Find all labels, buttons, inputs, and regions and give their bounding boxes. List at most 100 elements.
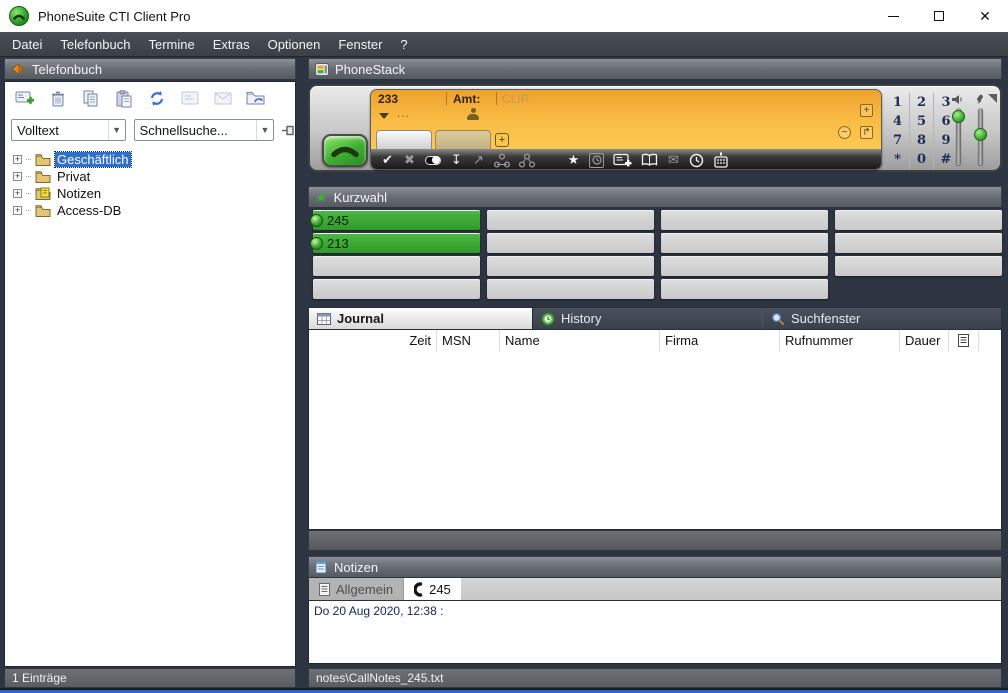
menu-optionen[interactable]: Optionen: [259, 32, 330, 57]
chevron-down-icon[interactable]: ▼: [108, 120, 125, 140]
tree-item-access-db[interactable]: + Access-DB: [13, 202, 295, 219]
menu-extras[interactable]: Extras: [204, 32, 259, 57]
notes-editor[interactable]: Do 20 Aug 2020, 12:38 :: [308, 601, 1002, 664]
column-firma[interactable]: Firma: [660, 330, 780, 351]
card-icon-disabled[interactable]: [178, 88, 202, 110]
redial-history-icon[interactable]: [589, 152, 604, 168]
expand-icon[interactable]: +: [13, 189, 22, 198]
notes-panel-header[interactable]: Notizen: [308, 556, 1002, 578]
speed-dial-button[interactable]: [835, 256, 1002, 276]
refresh-icon[interactable]: [145, 88, 169, 110]
speed-dial-button[interactable]: [487, 256, 654, 276]
call-tab-2[interactable]: [435, 130, 491, 149]
key-2[interactable]: 2: [910, 93, 934, 112]
key-star[interactable]: *: [886, 150, 910, 169]
speed-dial-star-icon[interactable]: ★: [567, 152, 580, 168]
speed-dial-button[interactable]: [487, 279, 654, 299]
tab-suchfenster[interactable]: Suchfenster: [763, 308, 1001, 329]
tree-item-label: Access-DB: [55, 203, 123, 218]
folder-sync-icon[interactable]: [244, 88, 268, 110]
column-msn[interactable]: MSN: [437, 330, 500, 351]
speed-dial-button[interactable]: [313, 256, 480, 276]
speed-dial-button[interactable]: [487, 233, 654, 253]
phonebook-icon[interactable]: [641, 152, 658, 168]
key-5[interactable]: 5: [910, 112, 934, 131]
key-9[interactable]: 9: [934, 131, 958, 150]
minimize-button[interactable]: [870, 0, 916, 32]
column-dauer[interactable]: Dauer: [900, 330, 949, 351]
tree-item-privat[interactable]: + Privat: [13, 168, 295, 185]
tab-history[interactable]: History: [533, 308, 763, 329]
phonebook-panel-header[interactable]: Telefonbuch: [4, 58, 296, 80]
speed-dial-button[interactable]: [661, 233, 828, 253]
speed-dial-button[interactable]: [661, 279, 828, 299]
speed-dial-button[interactable]: [661, 210, 828, 230]
tab-call-245[interactable]: 245: [404, 578, 461, 600]
speed-dial-button[interactable]: 213: [313, 233, 480, 253]
maximize-button[interactable]: [916, 0, 962, 32]
key-7[interactable]: 7: [886, 131, 910, 150]
paste-icon[interactable]: [112, 88, 136, 110]
forward-icon[interactable]: ↗: [472, 152, 485, 168]
call-tab-1[interactable]: [376, 130, 432, 149]
add-contact-card-icon[interactable]: [613, 152, 632, 168]
clock-icon[interactable]: [689, 152, 704, 168]
column-name[interactable]: Name: [500, 330, 660, 351]
key-0[interactable]: 0: [910, 150, 934, 169]
chevron-down-icon[interactable]: ▼: [256, 120, 273, 140]
hangup-icon[interactable]: ✖: [403, 152, 416, 168]
tree-item-geschaeftlich[interactable]: + Geschäftlich: [13, 151, 295, 168]
title-bar[interactable]: PhoneSuite CTI Client Pro ✕: [0, 0, 1008, 32]
mail-icon-disabled[interactable]: [211, 88, 235, 110]
hold-icon[interactable]: [425, 152, 441, 168]
menu-termine[interactable]: Termine: [139, 32, 203, 57]
speed-dial-button[interactable]: [661, 256, 828, 276]
display-add-button[interactable]: +: [860, 104, 873, 117]
speed-dial-button[interactable]: [313, 279, 480, 299]
close-button[interactable]: ✕: [962, 0, 1008, 32]
menu-help[interactable]: ?: [391, 32, 416, 57]
speed-dial-button[interactable]: 245: [313, 210, 480, 230]
key-hash[interactable]: #: [934, 150, 958, 169]
menu-telefonbuch[interactable]: Telefonbuch: [51, 32, 139, 57]
transfer-conference-icon[interactable]: [519, 152, 535, 168]
line-dropdown-icon[interactable]: [379, 113, 389, 119]
expand-icon[interactable]: +: [13, 206, 22, 215]
tab-journal[interactable]: Journal: [309, 308, 533, 329]
add-contact-icon[interactable]: [13, 88, 37, 110]
speed-dial-button[interactable]: [835, 210, 1002, 230]
pin-icon[interactable]: [282, 124, 295, 137]
widget-resize-grip[interactable]: [988, 94, 997, 103]
speed-dial-button[interactable]: [487, 210, 654, 230]
column-notes[interactable]: [949, 330, 979, 351]
tree-item-notizen[interactable]: + Notizen: [13, 185, 295, 202]
accept-call-icon[interactable]: ✔: [381, 152, 394, 168]
email-icon[interactable]: ✉: [667, 152, 680, 168]
conference-icon[interactable]: [494, 152, 510, 168]
expand-icon[interactable]: +: [13, 172, 22, 181]
menu-fenster[interactable]: Fenster: [329, 32, 391, 57]
journal-list[interactable]: [308, 351, 1002, 530]
speaker-volume-knob[interactable]: [952, 110, 965, 123]
dialpad-icon[interactable]: [713, 152, 729, 168]
add-call-tab-button[interactable]: +: [495, 133, 509, 147]
hook-button[interactable]: [322, 134, 368, 167]
microphone-volume-knob[interactable]: [974, 128, 987, 141]
speed-dial-button[interactable]: [835, 233, 1002, 253]
key-1[interactable]: 1: [886, 93, 910, 112]
park-call-icon[interactable]: ↧: [450, 152, 463, 168]
copy-icon[interactable]: [79, 88, 103, 110]
tab-allgemein[interactable]: Allgemein: [309, 578, 404, 600]
delete-icon[interactable]: [46, 88, 70, 110]
key-4[interactable]: 4: [886, 112, 910, 131]
column-rufnummer[interactable]: Rufnummer: [780, 330, 900, 351]
phonebook-status-bar: 1 Einträge: [4, 668, 296, 688]
column-zeit[interactable]: Zeit: [309, 330, 437, 351]
kurzwahl-panel-header[interactable]: ★ Kurzwahl: [308, 186, 1002, 208]
menu-datei[interactable]: Datei: [3, 32, 51, 57]
quick-search-input[interactable]: Schnellsuche... ▼: [134, 119, 274, 141]
search-mode-select[interactable]: Volltext ▼: [11, 119, 126, 141]
expand-icon[interactable]: +: [13, 155, 22, 164]
key-8[interactable]: 8: [910, 131, 934, 150]
phonestack-panel-header[interactable]: PhoneStack: [308, 58, 1002, 80]
